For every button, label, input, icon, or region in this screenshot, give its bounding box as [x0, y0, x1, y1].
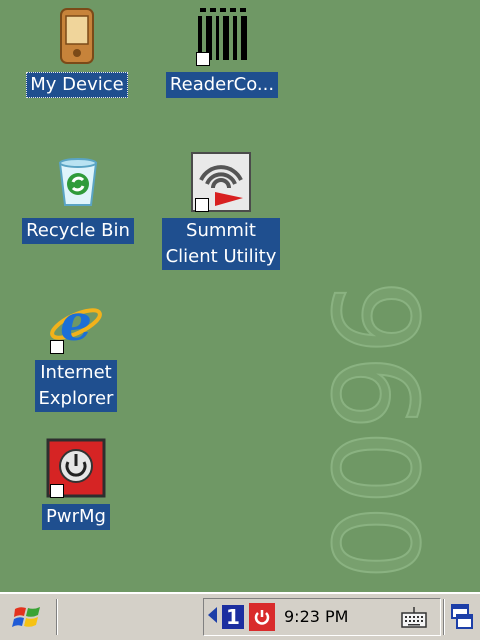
icon-internet-explorer[interactable]: e Internet Explorer — [22, 292, 130, 412]
desktop: 9600 My Device ReaderCo... Recycle Bin S… — [0, 0, 480, 592]
icon-my-device[interactable]: My Device — [18, 4, 136, 98]
icon-label: Summit Client Utility — [161, 218, 281, 270]
system-tray: 1 9:23 PM — [203, 598, 441, 636]
pda-device-icon — [45, 4, 109, 68]
icon-pwrmg[interactable]: PwrMg — [30, 436, 122, 530]
left-arrow-icon[interactable] — [208, 607, 217, 623]
icon-label: Internet Explorer — [34, 360, 118, 412]
barcode-icon — [190, 4, 254, 68]
shortcut-arrow-icon — [50, 340, 64, 354]
taskbar-divider — [443, 599, 445, 635]
start-button[interactable] — [6, 599, 50, 635]
power-button-icon — [44, 436, 108, 500]
shortcut-arrow-icon — [50, 484, 64, 498]
wireless-signal-icon — [189, 150, 253, 214]
clock[interactable]: 9:23 PM — [284, 599, 348, 635]
device-model-watermark: 9600 — [304, 279, 444, 581]
recycle-bin-icon — [46, 150, 110, 214]
windows-flag-icon — [12, 607, 40, 627]
icon-summit-client-utility[interactable]: Summit Client Utility — [152, 150, 290, 270]
input-mode-indicator[interactable]: 1 — [222, 605, 244, 629]
taskbar-divider — [56, 599, 58, 635]
icon-label: My Device — [26, 72, 128, 98]
watermark-text: 9600 — [305, 280, 443, 580]
icon-label: PwrMg — [42, 504, 110, 530]
icon-label: Recycle Bin — [22, 218, 134, 244]
svg-text:e: e — [60, 295, 92, 352]
keyboard-icon[interactable] — [398, 603, 430, 631]
shortcut-arrow-icon — [196, 52, 210, 66]
shortcut-arrow-icon — [195, 198, 209, 212]
window-switch-icon[interactable] — [448, 600, 476, 634]
icon-label: ReaderCo... — [165, 72, 279, 98]
icon-reader-config[interactable]: ReaderCo... — [152, 4, 292, 98]
taskbar: 1 9:23 PM — [0, 592, 480, 640]
icon-recycle-bin[interactable]: Recycle Bin — [12, 150, 144, 244]
internet-explorer-icon: e — [44, 292, 108, 356]
power-icon[interactable] — [249, 603, 275, 631]
